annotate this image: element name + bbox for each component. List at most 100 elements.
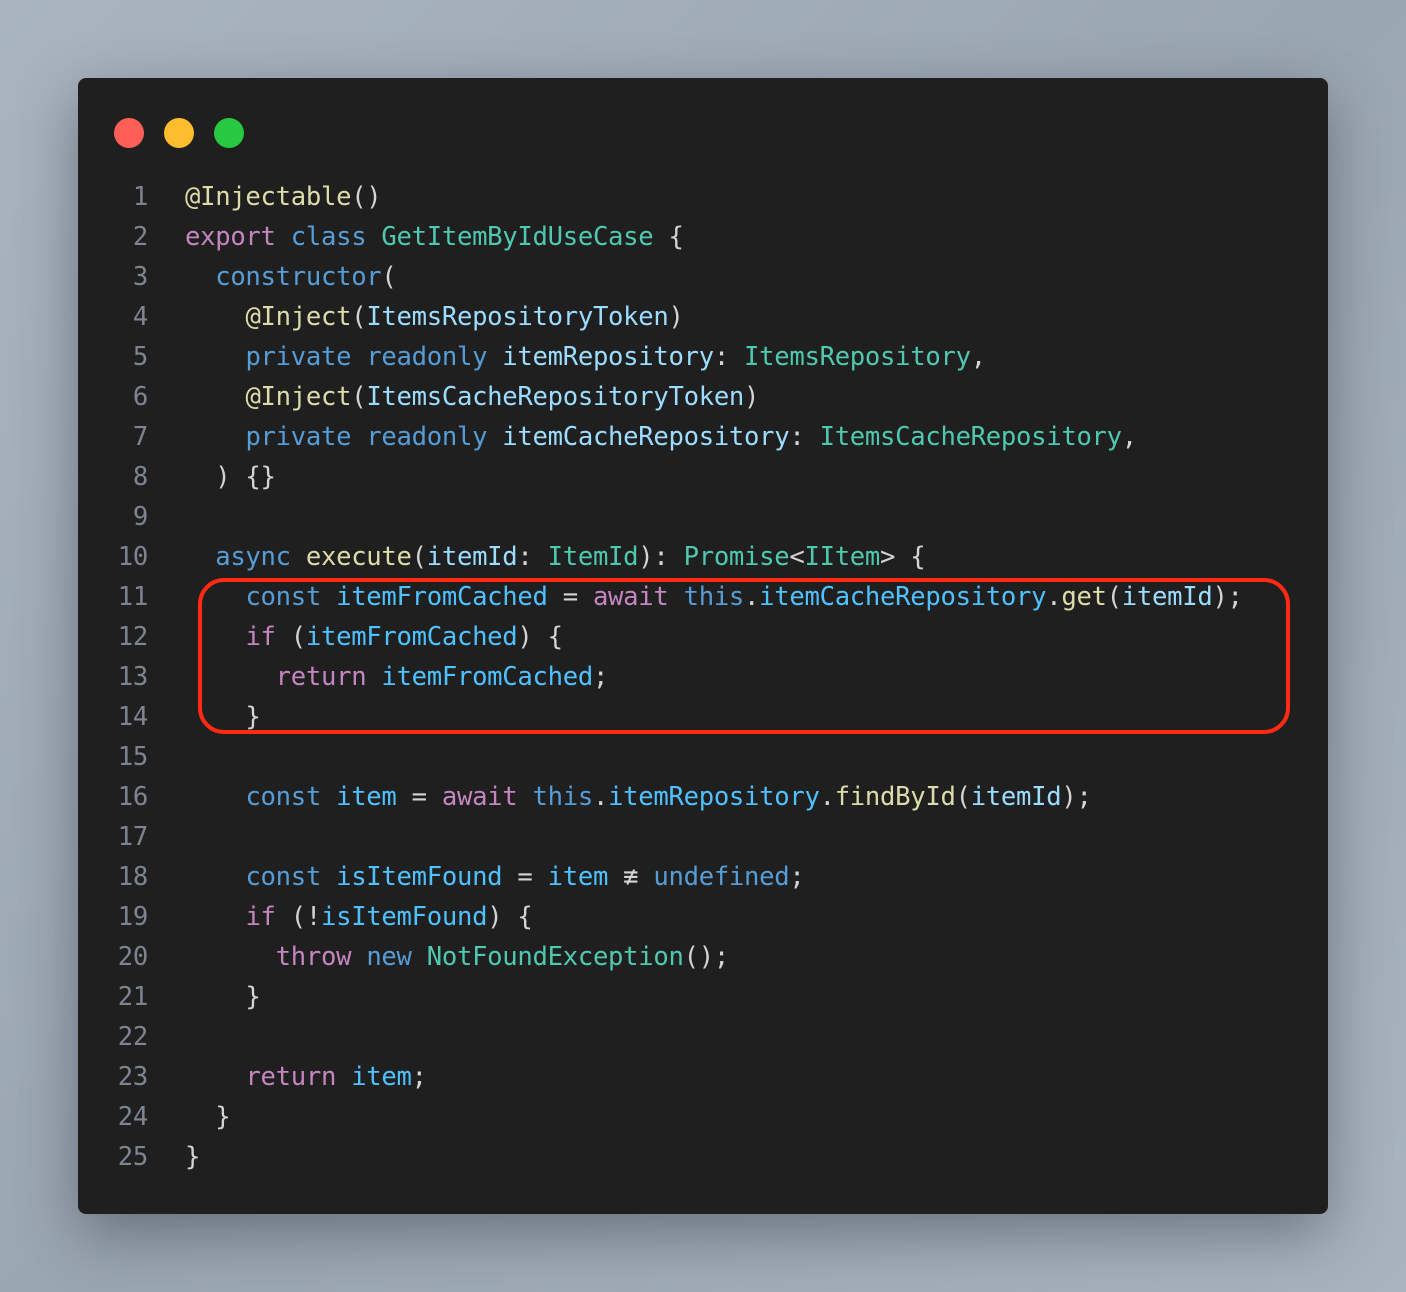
- code-text: const item = await this.itemRepository.f…: [185, 777, 1092, 817]
- line-number: 4: [132, 302, 148, 332]
- code-text: const isItemFound = item ≢ undefined;: [185, 857, 804, 897]
- line-number: 16: [117, 782, 149, 812]
- minimize-button[interactable]: [164, 118, 194, 148]
- code-token: const: [245, 862, 321, 892]
- code-token: (: [1106, 582, 1122, 612]
- code-token: <: [789, 542, 805, 572]
- code-token: itemId: [970, 782, 1062, 812]
- code-token: itemCacheRepository: [502, 422, 790, 452]
- code-token: this: [683, 582, 745, 612]
- code-text: const itemFromCached = await this.itemCa…: [185, 577, 1243, 617]
- code-window: 1 @Injectable() 2 export class GetItemByIdU…: [78, 78, 1328, 1214]
- code-token: :: [517, 542, 548, 572]
- code-token: (: [351, 382, 367, 412]
- code-token: undefined: [653, 862, 790, 892]
- code-text: private readonly itemCacheRepository: It…: [185, 417, 1137, 457]
- code-token: .: [592, 782, 609, 812]
- code-token: return: [245, 1062, 337, 1092]
- code-token: ;: [411, 1062, 427, 1092]
- line-number: 5: [132, 342, 148, 372]
- code-token: new: [366, 942, 412, 972]
- line-number: 3: [132, 262, 148, 292]
- code-text: throw new NotFoundException();: [185, 937, 730, 977]
- code-token: isItemFound: [336, 862, 503, 892]
- maximize-button[interactable]: [214, 118, 244, 148]
- code-token: ,: [970, 342, 986, 372]
- code-text: return itemFromCached;: [185, 657, 609, 697]
- code-text: export class GetItemByIdUseCase {: [185, 217, 684, 257]
- code-token: throw: [275, 942, 352, 972]
- code-token: ,: [1121, 422, 1137, 452]
- code-token: ≢: [608, 862, 654, 892]
- code-token: export: [185, 222, 276, 252]
- code-text: if (itemFromCached) {: [185, 617, 563, 657]
- code-text: constructor(: [185, 257, 397, 297]
- code-text: }: [185, 1137, 200, 1177]
- code-token: );: [1212, 582, 1243, 612]
- line-number: 12: [117, 622, 149, 652]
- code-token: findById: [834, 782, 956, 812]
- code-token: if: [245, 902, 276, 932]
- code-token: ): [744, 382, 760, 412]
- code-token: if: [245, 622, 276, 652]
- code-token: (!: [275, 902, 322, 932]
- code-token: ();: [683, 942, 730, 972]
- line-number: 15: [117, 742, 149, 772]
- code-token: }: [185, 1102, 231, 1132]
- code-token: itemRepository: [608, 782, 820, 812]
- code-token: (: [351, 302, 367, 332]
- code-token: GetItemByIdUseCase: [381, 222, 654, 252]
- line-number: 18: [117, 862, 149, 892]
- code-token: return: [275, 662, 367, 692]
- code-token: item: [336, 782, 397, 812]
- code-token: (: [955, 782, 971, 812]
- code-token: :: [789, 422, 820, 452]
- line-number: 14: [117, 702, 149, 732]
- code-token: execute: [305, 542, 412, 572]
- code-token: (: [411, 542, 427, 572]
- code-text: }: [185, 977, 260, 1017]
- code-token: constructor: [215, 262, 382, 292]
- code-token: itemRepository: [502, 342, 714, 372]
- code-token: =: [547, 582, 593, 612]
- code-text: async execute(itemId: ItemId): Promise<I…: [185, 537, 925, 577]
- code-token: @Inject: [245, 302, 352, 332]
- code-token: class: [290, 222, 367, 252]
- line-number: 21: [117, 982, 149, 1012]
- code-token: itemCacheRepository: [759, 582, 1047, 612]
- line-number: 17: [117, 822, 149, 852]
- code-token: =: [502, 862, 548, 892]
- code-token: itemFromCached: [305, 622, 518, 652]
- code-token: readonly: [366, 422, 488, 452]
- code-token: item: [547, 862, 609, 892]
- close-button[interactable]: [114, 118, 144, 148]
- line-number: 1: [132, 182, 148, 212]
- code-text: }: [185, 1097, 230, 1137]
- code-token: );: [1061, 782, 1092, 812]
- code-token: readonly: [366, 342, 488, 372]
- code-text: @Inject(ItemsCacheRepositoryToken): [185, 377, 759, 417]
- code-text: ) {}: [185, 457, 276, 497]
